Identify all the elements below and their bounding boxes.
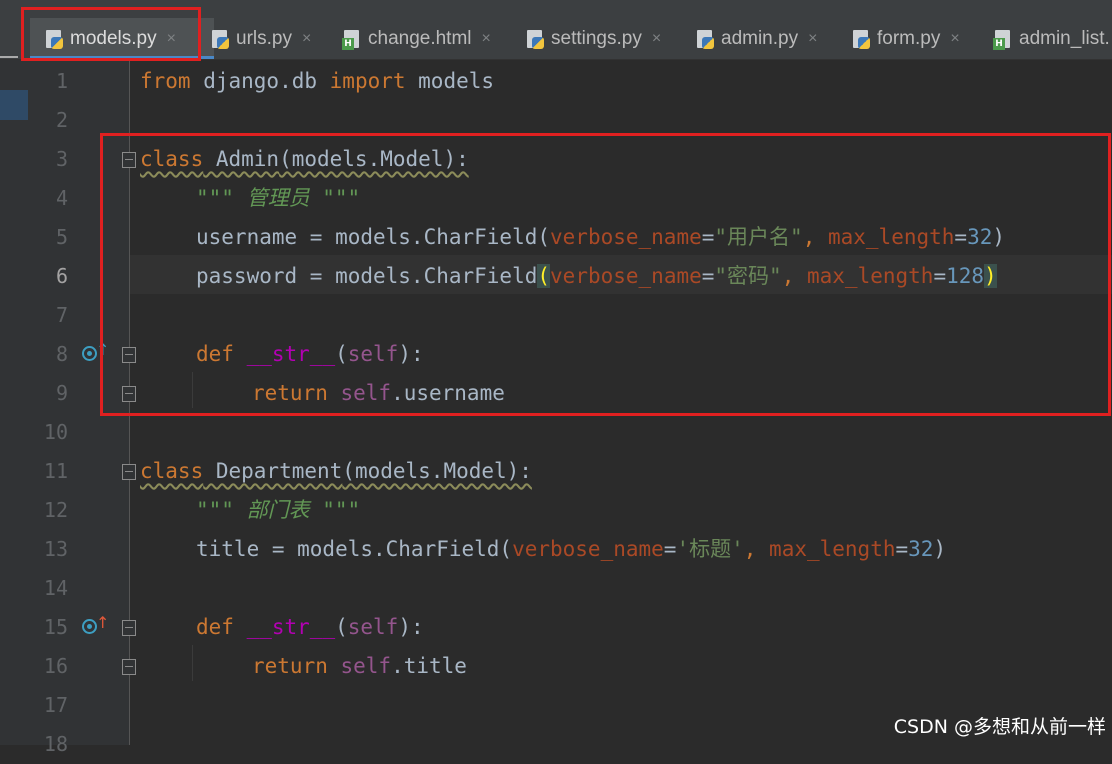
python-file-icon bbox=[525, 28, 545, 50]
code-line-1[interactable]: from django.db import models bbox=[140, 62, 494, 101]
code-text: title = models.CharField( bbox=[196, 537, 513, 561]
python-file-icon bbox=[851, 28, 871, 50]
tab-change-html[interactable]: change.html × bbox=[342, 18, 491, 59]
self-param: self bbox=[347, 615, 399, 639]
tab-form-py[interactable]: form.py × bbox=[851, 18, 960, 59]
tab-highlight-box bbox=[21, 7, 201, 61]
keyword: class bbox=[140, 459, 204, 483]
line-number[interactable]: 12 bbox=[28, 491, 68, 530]
line-number[interactable]: 14 bbox=[28, 569, 68, 608]
code-line-15[interactable]: def __str__(self): bbox=[196, 608, 424, 647]
number-literal: 32 bbox=[908, 537, 934, 561]
comma: , bbox=[743, 537, 770, 561]
line-number[interactable]: 9 bbox=[28, 374, 68, 413]
code-text: .title bbox=[391, 654, 467, 678]
fold-end-icon[interactable] bbox=[122, 659, 136, 675]
close-icon[interactable]: × bbox=[482, 30, 491, 48]
module-name: django.db bbox=[190, 69, 330, 93]
tab-admin-py[interactable]: admin.py × bbox=[695, 18, 817, 59]
python-file-icon bbox=[210, 28, 230, 50]
tool-window-strip bbox=[0, 60, 28, 745]
line-number[interactable]: 8 bbox=[28, 335, 68, 374]
code-text: ( bbox=[335, 615, 348, 639]
close-icon[interactable]: × bbox=[950, 30, 959, 48]
line-number[interactable]: 11 bbox=[28, 452, 68, 491]
tab-label: settings.py bbox=[551, 27, 642, 49]
code-text: ): bbox=[398, 615, 424, 639]
line-number[interactable]: 17 bbox=[28, 686, 68, 725]
tab-admin-list[interactable]: admin_list. bbox=[993, 18, 1110, 59]
fold-collapse-icon[interactable] bbox=[122, 464, 136, 480]
line-number[interactable]: 16 bbox=[28, 647, 68, 686]
html-file-icon bbox=[993, 28, 1013, 50]
tab-label: change.html bbox=[368, 27, 472, 49]
line-number-current[interactable]: 6 bbox=[28, 257, 68, 296]
override-icon[interactable] bbox=[82, 346, 97, 361]
line-number[interactable]: 15 bbox=[28, 608, 68, 647]
keyword: return bbox=[252, 654, 328, 678]
close-icon[interactable]: × bbox=[652, 30, 661, 48]
function-name: __str__ bbox=[233, 615, 336, 639]
tab-label: admin.py bbox=[721, 27, 799, 49]
code-line-12[interactable]: """ 部门表 """ bbox=[196, 491, 360, 530]
line-number[interactable]: 7 bbox=[28, 296, 68, 335]
class-name: Department bbox=[203, 459, 343, 483]
line-number[interactable]: 13 bbox=[28, 530, 68, 569]
html-file-icon bbox=[342, 28, 362, 50]
tab-label: form.py bbox=[877, 27, 941, 49]
import-name: models bbox=[405, 69, 495, 93]
line-number[interactable]: 4 bbox=[28, 179, 68, 218]
self-param: self bbox=[327, 654, 392, 678]
line-number[interactable]: 2 bbox=[28, 101, 68, 140]
override-icon[interactable] bbox=[82, 619, 97, 634]
docstring: """ 部门表 """ bbox=[196, 498, 361, 522]
line-number[interactable]: 5 bbox=[28, 218, 68, 257]
python-file-icon bbox=[695, 28, 715, 50]
code-line-16[interactable]: return self.title bbox=[252, 647, 467, 686]
keyword: def bbox=[196, 615, 234, 639]
keyword: import bbox=[329, 69, 406, 93]
code-text: = bbox=[663, 537, 677, 561]
code-line-11[interactable]: class Department(models.Model): bbox=[140, 452, 532, 491]
line-number[interactable]: 10 bbox=[28, 413, 68, 452]
project-tool-button[interactable] bbox=[0, 90, 28, 120]
tab-label: admin_list. bbox=[1019, 27, 1110, 49]
code-line-13[interactable]: title = models.CharField(verbose_name='标… bbox=[196, 530, 946, 569]
tab-label: urls.py bbox=[236, 27, 292, 49]
tab-urls-py[interactable]: urls.py × bbox=[210, 18, 311, 59]
param-name: max_length bbox=[769, 537, 896, 561]
close-icon[interactable]: × bbox=[302, 30, 311, 48]
code-highlight-box bbox=[100, 133, 1111, 416]
close-icon[interactable]: × bbox=[808, 30, 817, 48]
class-base: (models.Model): bbox=[342, 459, 532, 483]
tab-scroll-dash[interactable] bbox=[0, 56, 18, 58]
fold-collapse-icon[interactable] bbox=[122, 620, 136, 636]
code-text: ) bbox=[933, 537, 947, 561]
tab-settings-py[interactable]: settings.py × bbox=[525, 18, 661, 59]
line-number[interactable]: 1 bbox=[28, 62, 68, 101]
code-text: = bbox=[895, 537, 909, 561]
line-number[interactable]: 3 bbox=[28, 140, 68, 179]
param-name: verbose_name bbox=[512, 537, 664, 561]
arrow-up-icon[interactable]: ↑ bbox=[96, 613, 109, 632]
keyword: from bbox=[140, 69, 191, 93]
string-literal: '标题' bbox=[676, 537, 744, 561]
watermark: CSDN @多想和从前一样 bbox=[893, 716, 1106, 738]
